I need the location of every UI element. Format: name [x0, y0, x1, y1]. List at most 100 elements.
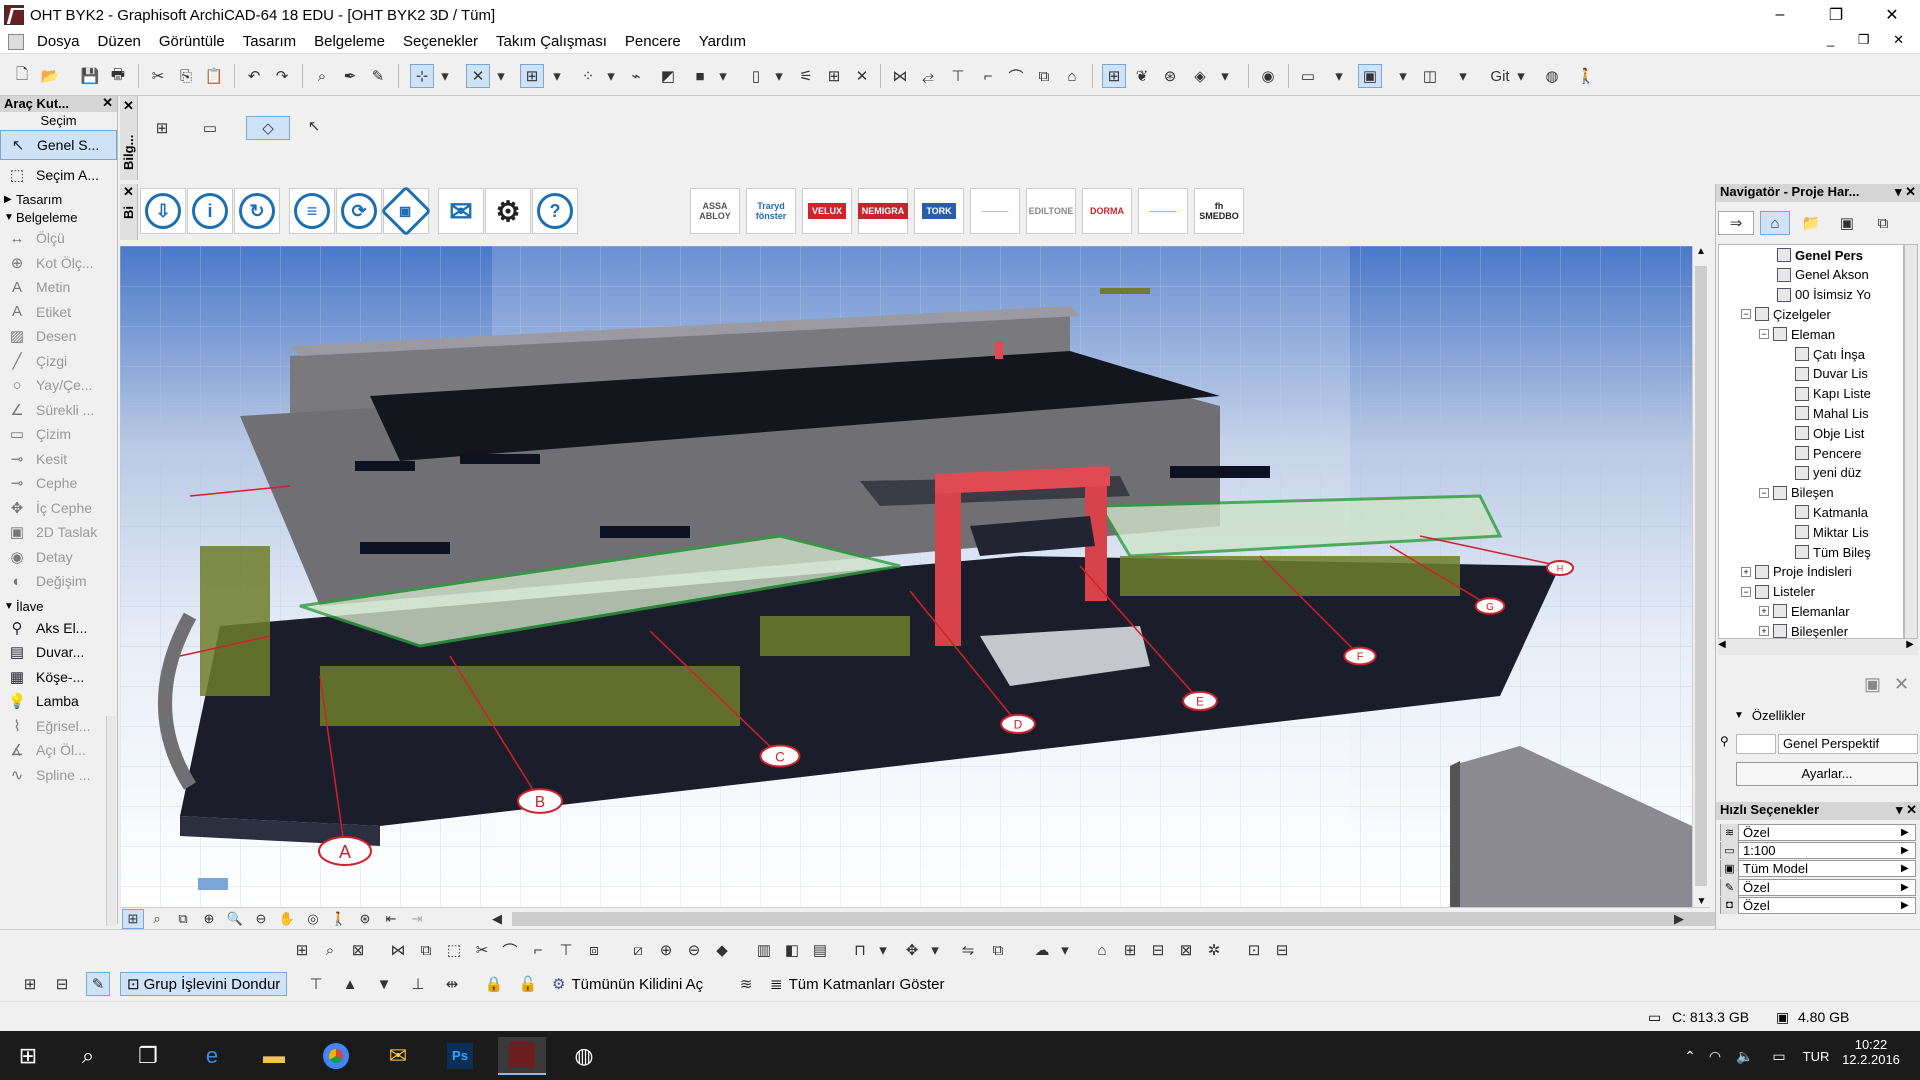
tool-doc-6[interactable]: ○ Yay/Çe...: [0, 373, 117, 398]
slab-icon[interactable]: ■: [688, 64, 712, 88]
fill-dropdown-icon[interactable]: ▾: [1058, 938, 1072, 962]
navigation-icon[interactable]: ⊞: [122, 909, 144, 929]
tool-doc-7[interactable]: ∠ Sürekli ...: [0, 398, 117, 423]
grid-snap-icon[interactable]: ⊞: [520, 64, 544, 88]
toolbox-close-icon[interactable]: ✕: [102, 95, 113, 111]
navigator-popup-icon[interactable]: ⇒: [1718, 211, 1754, 235]
tool-doc-1[interactable]: ⊕ Kot Ölç...: [0, 251, 117, 276]
column-dropdown-icon[interactable]: ▾: [772, 64, 786, 88]
tool-doc-12[interactable]: ▣ 2D Taslak: [0, 520, 117, 545]
tool-doc-10[interactable]: ⊸ Cephe: [0, 471, 117, 496]
teamwork-icon[interactable]: ◉: [1256, 64, 1280, 88]
quick-option-1[interactable]: ▭ 1:100 ▶: [1720, 841, 1916, 860]
tree-item[interactable]: − Bileşen: [1759, 483, 1834, 503]
quick-option-4[interactable]: ◘ Özel ▶: [1720, 896, 1916, 915]
arrange-icon[interactable]: ◧: [780, 938, 804, 962]
collapse-icon[interactable]: −: [1759, 487, 1769, 498]
tool-doc-5[interactable]: ╱ Çizgi: [0, 349, 117, 374]
offset-tool-icon[interactable]: ⊤: [554, 938, 578, 962]
fillet-icon[interactable]: ⌐: [976, 64, 1000, 88]
info-box-tab[interactable]: ✕ Bilg...: [120, 96, 138, 180]
reset-order-icon[interactable]: ⇹: [440, 972, 464, 996]
anchor-dropdown-icon[interactable]: ▾: [876, 938, 890, 962]
settings-button[interactable]: ⚙: [485, 188, 531, 234]
new-view-icon[interactable]: ▣: [1864, 674, 1881, 695]
grid-menu-icon[interactable]: ▾: [604, 64, 618, 88]
solid-ops-icon[interactable]: ⧄: [626, 938, 650, 962]
menu-4[interactable]: Belgeleme: [305, 33, 394, 50]
bring-forward-icon[interactable]: ▲: [338, 972, 362, 996]
house-icon[interactable]: ⌂: [1060, 64, 1084, 88]
explore-icon[interactable]: ⊛: [354, 909, 376, 929]
subtract-icon[interactable]: ⊖: [682, 938, 706, 962]
menu-2[interactable]: Görüntüle: [150, 33, 234, 50]
pointer-icon[interactable]: ↖: [302, 114, 326, 138]
adjust-icon[interactable]: ⥄: [916, 64, 940, 88]
view-map-icon[interactable]: 📁: [1796, 211, 1826, 235]
dropdown-icon[interactable]: ▾: [494, 64, 508, 88]
tool-more-5[interactable]: ∡ Açı Öl...: [0, 738, 117, 763]
grid-bubble-b[interactable]: B: [516, 788, 564, 814]
zoom-in-icon[interactable]: 🔍: [224, 909, 246, 929]
cut-icon[interactable]: ✂: [146, 64, 170, 88]
tool-doc-4[interactable]: ▨ Desen: [0, 324, 117, 349]
move-icon[interactable]: ✥: [900, 938, 924, 962]
section-more[interactable]: ▼ İlave: [0, 598, 117, 616]
slab-dropdown-icon[interactable]: ▾: [716, 64, 730, 88]
archicad-taskbar-icon[interactable]: [498, 1037, 546, 1075]
menu-5[interactable]: Seçenekler: [394, 33, 487, 50]
hotlink-icon[interactable]: ⊡: [1242, 938, 1266, 962]
tree-item[interactable]: − Eleman: [1759, 324, 1835, 344]
copy-icon[interactable]: ⎘: [174, 64, 198, 88]
grid-bubble-d[interactable]: D: [1000, 713, 1036, 735]
info-box-close-icon[interactable]: ✕: [120, 96, 137, 114]
add-icon[interactable]: ⊕: [654, 938, 678, 962]
save-icon[interactable]: 💾: [78, 64, 102, 88]
redo-icon[interactable]: ↷: [270, 64, 294, 88]
horizontal-scroll-thumb[interactable]: [512, 912, 1780, 926]
brand-button-8[interactable]: ———: [1138, 188, 1188, 234]
menu-0[interactable]: Dosya: [28, 33, 89, 50]
windows-start-icon[interactable]: ⊞: [4, 1037, 52, 1075]
send-backward-icon[interactable]: ▼: [372, 972, 396, 996]
edge-icon[interactable]: e: [188, 1037, 236, 1075]
walkthrough-icon[interactable]: ❦: [1130, 64, 1154, 88]
window-dropdown-icon[interactable]: ▾: [1456, 64, 1470, 88]
distribute-icon[interactable]: ▥: [752, 938, 776, 962]
tool-more-0[interactable]: ⚲ Aks El...: [0, 616, 117, 641]
tool-doc-2[interactable]: A Metin: [0, 275, 117, 300]
quick-options-close-icon[interactable]: ▾ ✕: [1896, 802, 1917, 818]
grid-dropdown-icon[interactable]: ▾: [550, 64, 564, 88]
3d-viewport[interactable]: A B C D E F G H: [120, 246, 1692, 907]
send-back-icon[interactable]: ⊥: [406, 972, 430, 996]
zoom-out-icon[interactable]: ⊖: [250, 909, 272, 929]
section-icon[interactable]: ⊛: [1158, 64, 1182, 88]
orbit-icon[interactable]: ◎: [302, 909, 324, 929]
viewport-vertical-scrollbar[interactable]: ▲ ▼: [1692, 246, 1709, 907]
project-map-tree[interactable]: Genel Pers Genel Akson 00 İsimsiz Yo − Çizel…: [1718, 244, 1904, 639]
resize-icon[interactable]: ⧉: [414, 938, 438, 962]
scroll-down-icon[interactable]: ▼: [1693, 896, 1710, 907]
window-icon[interactable]: ◫: [1418, 64, 1442, 88]
find-select-icon[interactable]: ⌕: [310, 64, 334, 88]
minimize-button[interactable]: –: [1752, 0, 1808, 30]
move-dropdown-icon[interactable]: ▾: [928, 938, 942, 962]
syringe-icon[interactable]: ✎: [366, 64, 390, 88]
zoom-window-icon[interactable]: ⧉: [172, 909, 194, 929]
offset-icon[interactable]: ⊤: [946, 64, 970, 88]
tree-item[interactable]: Kapı Liste: [1795, 384, 1871, 404]
construction-grid-icon[interactable]: ⁘: [576, 64, 600, 88]
file-explorer-icon[interactable]: ▬: [250, 1037, 298, 1075]
grid-bubble-f[interactable]: F: [1343, 646, 1377, 666]
tool-more-4[interactable]: ⌇ Eğrisel...: [0, 714, 117, 739]
tree-item[interactable]: Katmanla: [1795, 502, 1868, 522]
tool-doc-9[interactable]: ⊸ Kesit: [0, 447, 117, 472]
photoshop-icon[interactable]: Ps: [436, 1037, 484, 1075]
explode-icon[interactable]: ✲: [1202, 938, 1226, 962]
tree-item[interactable]: Mahal Lis: [1795, 403, 1869, 423]
toolbar2-close-icon[interactable]: ✕: [120, 184, 137, 200]
curve-icon[interactable]: ⌒: [1004, 64, 1028, 88]
zoom-region-icon[interactable]: ⊕: [198, 909, 220, 929]
tree-item[interactable]: − Çizelgeler: [1741, 304, 1831, 324]
walker-icon[interactable]: 🚶: [1574, 64, 1598, 88]
